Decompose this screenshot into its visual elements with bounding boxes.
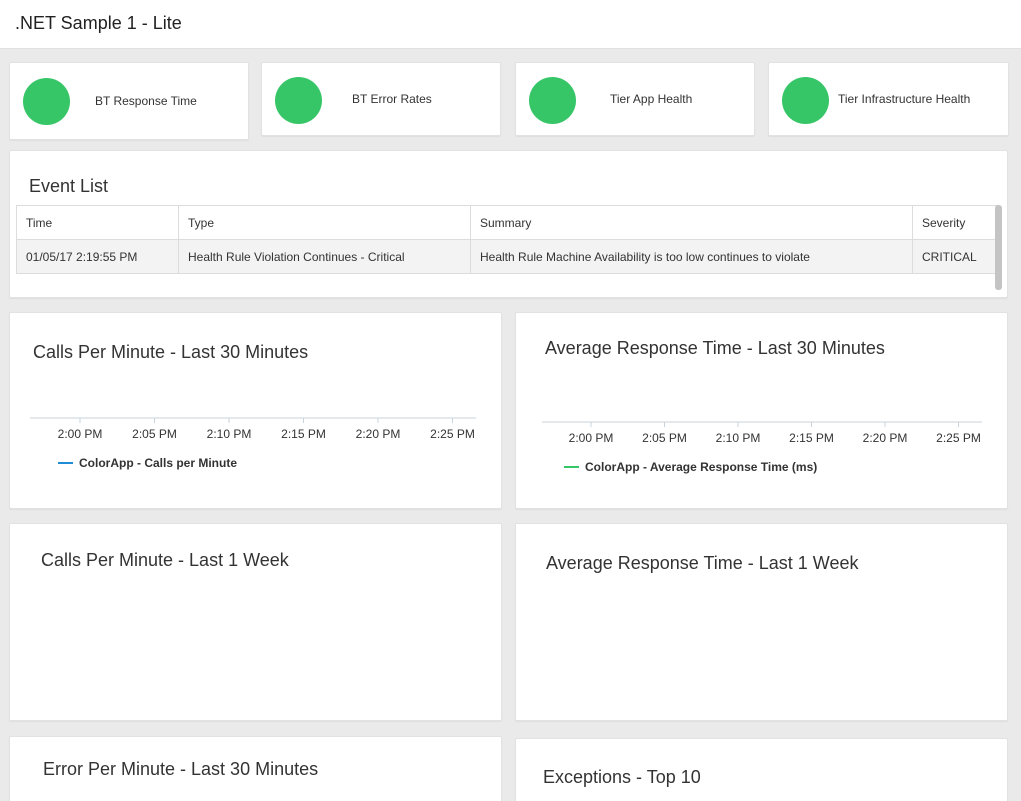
x-tick-label: 2:25 PM <box>430 427 475 441</box>
calls-per-minute-30-widget: Calls Per Minute - Last 30 Minutes 2:00 … <box>9 312 502 509</box>
calls-per-minute-week-widget: Calls Per Minute - Last 1 Week <box>9 523 502 721</box>
event-time: 01/05/17 2:19:55 PM <box>16 239 179 274</box>
x-tick-label: 2:20 PM <box>863 431 908 445</box>
average-response-time-chart: 2:00 PM 2:05 PM 2:10 PM 2:15 PM 2:20 PM 2:25 … <box>542 421 982 474</box>
x-tick-label: 2:05 PM <box>642 431 687 445</box>
widget-title: Error Per Minute - Last 30 Minutes <box>43 759 319 779</box>
legend-label[interactable]: ColorApp - Calls per Minute <box>79 456 237 470</box>
event-list-scrollbar[interactable] <box>995 205 1002 290</box>
health-status-icon <box>275 77 322 124</box>
event-table: Time Type Summary Severity 01/05/17 2:19… <box>16 205 997 274</box>
x-tick-label: 2:15 PM <box>281 427 326 441</box>
dashboard-title: .NET Sample 1 - Lite <box>15 13 182 33</box>
status-card-bt-error-rates[interactable]: BT Error Rates <box>261 62 501 136</box>
x-tick-label: 2:10 PM <box>716 431 761 445</box>
status-card-tier-app-health[interactable]: Tier App Health <box>515 62 755 136</box>
status-card-label: BT Error Rates <box>352 92 432 106</box>
health-status-icon <box>23 78 70 125</box>
errors-per-minute-30-widget: Error Per Minute - Last 30 Minutes <box>9 736 502 801</box>
widget-title: Exceptions - Top 10 <box>543 767 701 787</box>
widget-title: Average Response Time - Last 1 Week <box>546 553 859 573</box>
dashboard-header: .NET Sample 1 - Lite <box>0 0 1021 49</box>
x-tick-label: 2:20 PM <box>356 427 401 441</box>
health-status-icon <box>529 77 576 124</box>
health-status-icon <box>782 77 829 124</box>
x-tick-label: 2:15 PM <box>789 431 834 445</box>
status-card-label: Tier App Health <box>610 92 693 106</box>
event-severity: CRITICAL <box>912 239 997 274</box>
calls-per-minute-chart: 2:00 PM 2:05 PM 2:10 PM 2:15 PM 2:20 PM 2:25 … <box>30 417 476 470</box>
exceptions-top-10-widget: Exceptions - Top 10 <box>515 738 1008 801</box>
x-tick-label: 2:00 PM <box>569 431 614 445</box>
event-list-title: Event List <box>29 176 109 196</box>
column-header-severity[interactable]: Severity <box>912 205 997 240</box>
event-summary: Health Rule Machine Availability is too … <box>470 239 913 274</box>
status-card-label: BT Response Time <box>95 94 197 108</box>
column-header-type[interactable]: Type <box>178 205 471 240</box>
column-header-summary[interactable]: Summary <box>470 205 913 240</box>
status-card-label: Tier Infrastructure Health <box>838 92 971 106</box>
x-tick-label: 2:05 PM <box>132 427 177 441</box>
average-response-time-week-widget: Average Response Time - Last 1 Week <box>515 523 1008 721</box>
x-tick-label: 2:00 PM <box>58 427 103 441</box>
event-type: Health Rule Violation Continues - Critic… <box>178 239 471 274</box>
status-card-tier-infrastructure-health[interactable]: Tier Infrastructure Health <box>768 62 1009 136</box>
average-response-time-30-widget: Average Response Time - Last 30 Minutes … <box>515 312 1008 509</box>
x-tick-label: 2:10 PM <box>207 427 252 441</box>
x-tick-label: 2:25 PM <box>936 431 981 445</box>
column-header-time[interactable]: Time <box>16 205 179 240</box>
event-list-panel: Event List Time Type Summary Severity 01… <box>9 150 1008 298</box>
widget-title: Calls Per Minute - Last 1 Week <box>41 550 289 570</box>
status-card-bt-response-time[interactable]: BT Response Time <box>9 62 249 140</box>
legend-label[interactable]: ColorApp - Average Response Time (ms) <box>585 460 817 474</box>
table-row[interactable]: 01/05/17 2:19:55 PM Health Rule Violatio… <box>16 239 997 274</box>
